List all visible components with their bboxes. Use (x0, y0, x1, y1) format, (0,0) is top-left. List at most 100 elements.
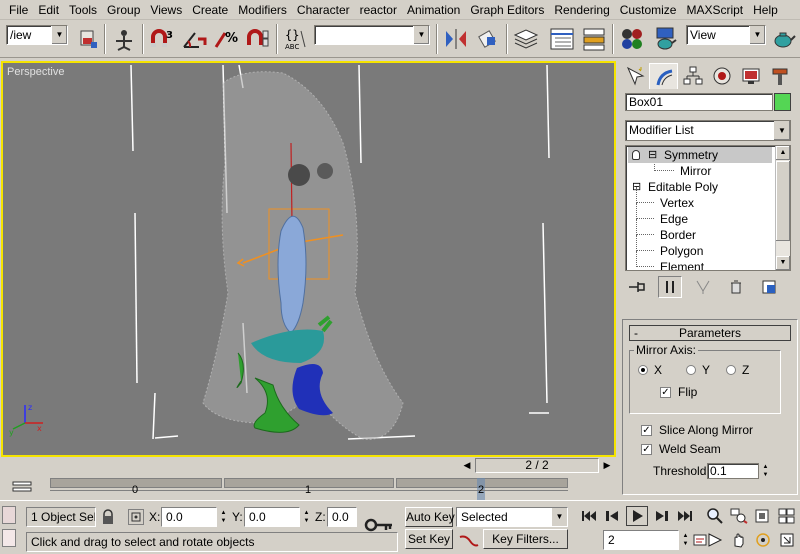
lightbulb-icon[interactable] (632, 150, 640, 160)
y-spinner[interactable]: ▲ ▼ (302, 509, 311, 525)
axis-x-radio[interactable]: X (638, 363, 662, 377)
object-color-swatch[interactable] (774, 93, 791, 111)
menu-tools[interactable]: Tools (64, 0, 102, 20)
render-scene-button[interactable] (652, 25, 680, 53)
remove-modifier-button[interactable] (724, 276, 748, 298)
arc-rotate-button[interactable] (752, 529, 774, 551)
quick-render-button[interactable] (770, 25, 798, 53)
axis-y-radio[interactable]: Y (686, 363, 710, 377)
threshold-spinner[interactable]: ▲ ▼ (761, 463, 770, 479)
play-button[interactable] (626, 506, 648, 526)
menu-edit[interactable]: Edit (33, 0, 64, 20)
stack-item-symmetry[interactable]: ⊟ Symmetry (628, 147, 772, 163)
align-button[interactable] (474, 25, 502, 53)
parameters-rollout-header[interactable]: - Parameters (629, 325, 791, 341)
expand-collapse-icon[interactable]: ⊟ (648, 147, 657, 163)
expand-collapse-icon[interactable]: ⊟ (632, 179, 641, 195)
x-spinner[interactable]: ▲ ▼ (219, 509, 228, 525)
field-of-view-button[interactable] (704, 529, 726, 551)
pin-stack-button[interactable] (625, 276, 649, 298)
threshold-input[interactable]: 0.1 (707, 463, 759, 479)
menu-rendering[interactable]: Rendering (549, 0, 614, 20)
make-unique-button[interactable] (691, 276, 715, 298)
show-end-result-button[interactable] (658, 276, 682, 298)
tab-utilities[interactable] (765, 63, 794, 89)
tab-hierarchy[interactable] (678, 63, 707, 89)
auto-key-button[interactable]: Auto Key (405, 507, 455, 527)
modifier-stack[interactable]: Element Polygon Border Edge Vertex ⊟ Editable … (625, 145, 791, 271)
chevron-down-icon[interactable]: ▼ (552, 508, 567, 526)
schematic-view-button[interactable] (580, 25, 608, 53)
tab-motion[interactable] (707, 63, 736, 89)
spin-up-icon[interactable]: ▲ (761, 463, 770, 471)
layer-manager-button[interactable] (512, 25, 540, 53)
menu-file[interactable]: File (4, 0, 33, 20)
menu-animation[interactable]: Animation (402, 0, 465, 20)
scroll-up-icon[interactable]: ▲ (776, 146, 790, 160)
menu-modifiers[interactable]: Modifiers (233, 0, 292, 20)
spin-up-icon[interactable]: ▲ (681, 532, 690, 540)
time-slider-prev-icon[interactable]: ◀ (460, 459, 474, 472)
key-mode-dropdown[interactable]: Selected ▼ (456, 507, 568, 527)
pan-view-button[interactable] (728, 529, 750, 551)
tab-modify[interactable] (649, 63, 678, 89)
time-slider-next-icon[interactable]: ▶ (600, 459, 614, 472)
tab-create[interactable] (620, 63, 649, 89)
chevron-down-icon[interactable]: ▼ (51, 26, 67, 44)
go-to-start-button[interactable] (578, 506, 600, 526)
edit-named-selection-button[interactable]: {} ABC (282, 25, 310, 53)
snap-3d-button[interactable]: 3 (148, 25, 176, 53)
maximize-viewport-button[interactable] (776, 529, 798, 551)
menu-customize[interactable]: Customize (615, 0, 682, 20)
configure-sets-button[interactable] (757, 276, 781, 298)
set-key-button[interactable]: Set Key (405, 529, 453, 549)
chevron-down-icon[interactable]: ▼ (749, 26, 765, 44)
menu-reactor[interactable]: reactor (355, 0, 402, 20)
material-editor-button[interactable] (618, 25, 646, 53)
zoom-button[interactable] (704, 505, 726, 527)
scroll-thumb[interactable] (776, 161, 790, 241)
open-mini-curve-editor-button[interactable] (12, 480, 32, 494)
maxscript-listener-button[interactable] (2, 506, 16, 524)
chevron-down-icon[interactable]: ▼ (774, 121, 790, 140)
axis-z-radio[interactable]: Z (726, 363, 749, 377)
reference-coordinate-dropdown[interactable]: /iew ▼ (6, 25, 68, 45)
object-name-field[interactable]: Box01 (625, 93, 773, 111)
spinner-snap-button[interactable] (244, 25, 272, 53)
current-frame-spinner[interactable]: ▲ ▼ (681, 532, 690, 548)
spin-up-icon[interactable]: ▲ (219, 509, 228, 517)
stack-scrollbar[interactable]: ▲ ▼ (775, 146, 790, 270)
menu-graph-editors[interactable]: Graph Editors (465, 0, 549, 20)
perspective-viewport[interactable]: Perspective z x y (1, 61, 616, 457)
pivot-center-button[interactable] (74, 25, 102, 53)
select-and-link-button[interactable] (110, 25, 138, 53)
y-coordinate-input[interactable]: 0.0 (244, 507, 300, 527)
chevron-down-icon[interactable]: ▼ (413, 26, 429, 44)
key-filters-button[interactable]: Key Filters... (483, 529, 568, 549)
weld-seam-checkbox[interactable]: ✓ Weld Seam (641, 442, 721, 456)
time-slider-thumb[interactable]: 2 / 2 (475, 458, 599, 473)
default-in-out-tangents-button[interactable] (364, 515, 394, 535)
menu-character[interactable]: Character (292, 0, 355, 20)
z-coordinate-input[interactable]: 0.0 (327, 507, 357, 527)
selection-lock-button[interactable] (101, 509, 115, 525)
current-frame-input[interactable]: 2 (603, 530, 679, 550)
next-frame-button[interactable] (650, 506, 672, 526)
scroll-down-icon[interactable]: ▼ (776, 256, 790, 270)
x-coordinate-input[interactable]: 0.0 (161, 507, 217, 527)
spin-down-icon[interactable]: ▼ (219, 517, 228, 525)
menu-group[interactable]: Group (102, 0, 145, 20)
angle-snap-button[interactable] (180, 25, 208, 53)
go-to-end-button[interactable] (674, 506, 696, 526)
zoom-extents-all-button[interactable] (776, 505, 798, 527)
set-key-filter-icon-button[interactable] (458, 531, 480, 549)
menu-help[interactable]: Help (748, 0, 783, 20)
flip-checkbox[interactable]: ✓ Flip (660, 385, 697, 399)
tab-display[interactable] (736, 63, 765, 89)
previous-frame-button[interactable] (602, 506, 624, 526)
spin-up-icon[interactable]: ▲ (302, 509, 311, 517)
curve-editor-button[interactable] (548, 25, 576, 53)
slice-along-mirror-checkbox[interactable]: ✓ Slice Along Mirror (641, 423, 753, 437)
percent-snap-button[interactable]: % (212, 25, 240, 53)
render-type-dropdown[interactable]: View ▼ (686, 25, 766, 45)
